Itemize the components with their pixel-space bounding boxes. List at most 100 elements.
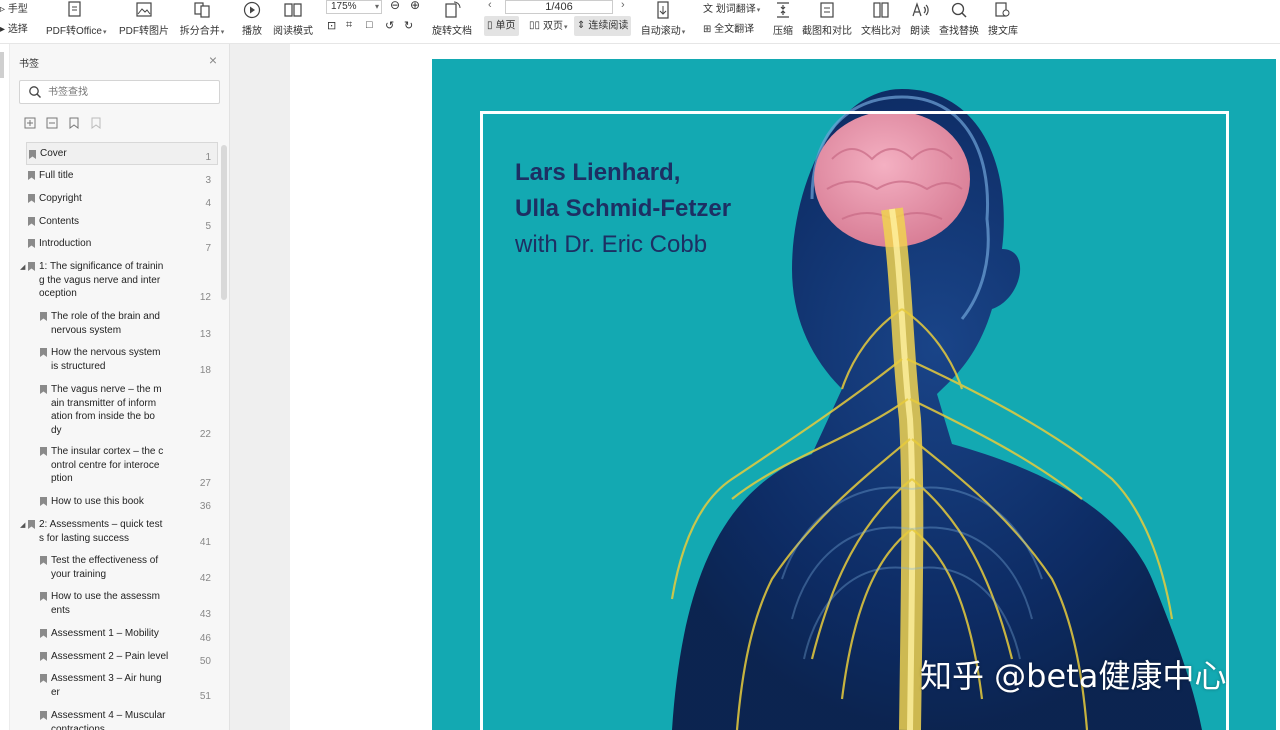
pdf-office-icon	[68, 1, 81, 17]
chevron-down-icon: ▾	[374, 2, 379, 11]
single-page-icon: ▯	[487, 20, 493, 31]
bookmark-icon	[40, 629, 47, 638]
bookmark-item[interactable]: Full title 3	[26, 169, 218, 189]
sidebar-scrollbar[interactable]	[221, 145, 227, 300]
author-line-1: Lars Lienhard,	[515, 159, 681, 186]
bookmark-item[interactable]: Test the effectiveness of your training …	[38, 554, 218, 584]
bookmark-item[interactable]: Contents 5	[26, 215, 218, 235]
word-translate-button[interactable]: 文 划词翻译	[703, 0, 760, 15]
document-compare-button[interactable]: 文档比对	[860, 0, 902, 44]
bookmark-item[interactable]: Copyright 4	[26, 192, 218, 212]
search-icon	[29, 86, 41, 98]
bookmark-item[interactable]: Assessment 4 – Muscular contractions	[38, 709, 218, 730]
watermark: 知乎 @beta健康中心	[920, 657, 1227, 695]
bookmark-icon	[40, 592, 47, 601]
bookmark-item[interactable]: ◢ 1: The significance of trainin g the v…	[18, 260, 218, 304]
compress-button[interactable]: 压缩	[770, 0, 796, 44]
delete-bookmark-icon[interactable]	[90, 116, 102, 129]
author-line-2: Ulla Schmid-Fetzer	[515, 195, 732, 222]
toolbar: ▹ 手型 ▸ 选择 PDF转Office PDF转图片 拆分合并 播放 阅读模式…	[0, 0, 1280, 44]
bookmark-search	[19, 80, 220, 104]
bookmark-item[interactable]: Assessment 2 – Pain level 50	[38, 650, 218, 670]
bookmark-icon	[28, 217, 35, 226]
prev-page-icon[interactable]: ‹	[488, 0, 492, 11]
expand-all-icon[interactable]	[24, 116, 36, 129]
bookmark-item[interactable]: Cover 1	[26, 142, 218, 165]
split-merge-icon	[194, 2, 210, 18]
bookmark-icon	[40, 556, 47, 565]
select-tool[interactable]: ▸ 选择	[0, 20, 28, 35]
compare-icon	[873, 2, 889, 18]
fit-width-icon[interactable]: ⊡	[327, 19, 336, 32]
bookmark-item[interactable]: Assessment 3 – Air hung er 51	[38, 672, 218, 702]
book-icon	[284, 3, 302, 17]
pdf-to-office-button[interactable]: PDF转Office	[46, 0, 104, 44]
translate-icon: 文	[703, 4, 716, 15]
cursor-icon: ▸	[0, 24, 8, 35]
translate-doc-icon: ⊞	[703, 24, 715, 35]
panel-tab-strip	[0, 44, 10, 730]
rotate-doc-icon	[445, 1, 461, 18]
zoom-select[interactable]: 175% ▾	[326, 0, 382, 14]
read-aloud-button[interactable]: 朗读	[908, 0, 932, 44]
auto-scroll-icon	[657, 1, 669, 19]
collapse-all-icon[interactable]	[46, 116, 58, 129]
bookmark-item[interactable]: How the nervous system is structured 18	[38, 346, 218, 376]
bookmark-item[interactable]: ◢ 2: Assessments – quick test s for last…	[18, 518, 218, 550]
read-mode-button[interactable]: 阅读模式	[272, 0, 314, 44]
continuous-read-button[interactable]: ⇕ 连续阅读	[574, 16, 632, 36]
play-button[interactable]: 播放	[238, 0, 266, 44]
bookmark-icon	[28, 520, 35, 529]
bookmark-item[interactable]: How to use this book 36	[38, 495, 218, 515]
bookmark-item[interactable]: The role of the brain and nervous system…	[38, 310, 218, 340]
fit-page-icon[interactable]: ⌗	[346, 19, 352, 32]
full-translate-button[interactable]: ⊞ 全文翻译	[703, 20, 754, 35]
bookmark-item[interactable]: How to use the assessm ents 43	[38, 590, 218, 620]
close-icon[interactable]: ×	[209, 52, 217, 68]
zoom-in-icon[interactable]: ⊕	[410, 0, 420, 12]
bookmark-item[interactable]: Assessment 1 – Mobility 46	[38, 627, 218, 647]
read-aloud-icon	[912, 2, 929, 17]
double-page-button[interactable]: ▯▯ 双页	[526, 16, 571, 36]
bookmark-icon	[28, 194, 35, 203]
bookmark-search-input[interactable]	[48, 84, 213, 100]
bookmark-icon	[40, 674, 47, 683]
rotate-document-button[interactable]: 旋转文档	[430, 0, 474, 44]
double-page-icon: ▯▯	[529, 20, 541, 31]
book-cover: Lars Lienhard, Ulla Schmid-Fetzer with D…	[432, 59, 1276, 730]
actual-size-icon[interactable]: □	[366, 19, 373, 31]
bookmark-item[interactable]: The insular cortex – the c ontrol centre…	[38, 445, 218, 489]
zoom-out-icon[interactable]: ⊖	[390, 0, 400, 12]
single-page-button[interactable]: ▯ 单页	[484, 16, 519, 36]
add-bookmark-icon[interactable]	[68, 116, 80, 129]
search-icon	[951, 2, 967, 18]
search-library-button[interactable]: 搜文库	[986, 0, 1020, 44]
collapse-arrow-icon[interactable]: ◢	[20, 519, 25, 533]
pdf-to-image-button[interactable]: PDF转图片	[118, 0, 170, 44]
hand-tool[interactable]: ▹ 手型	[0, 0, 28, 15]
bookmark-icon	[29, 150, 36, 159]
bookmark-icon	[40, 711, 47, 720]
bookmark-icon	[28, 239, 35, 248]
play-icon	[243, 1, 261, 19]
bookmark-icon	[40, 348, 47, 357]
rotate-right-icon[interactable]: ↻	[404, 19, 413, 32]
collapse-arrow-icon[interactable]: ◢	[20, 261, 25, 275]
next-page-icon[interactable]: ›	[621, 0, 625, 11]
library-search-icon	[995, 2, 1010, 17]
bookmark-item[interactable]: Introduction 7	[26, 237, 218, 257]
bookmark-panel-tab[interactable]	[0, 52, 4, 78]
page-number-input[interactable]: 1/406	[505, 0, 613, 14]
split-merge-button[interactable]: 拆分合并	[178, 0, 226, 44]
compress-icon	[777, 2, 789, 18]
sidebar-title: 书签	[19, 59, 39, 70]
bookmark-icon	[40, 385, 47, 394]
find-replace-button[interactable]: 查找替换	[938, 0, 980, 44]
scissors-icon	[820, 2, 834, 18]
hand-icon: ▹	[0, 4, 8, 15]
bookmark-item[interactable]: The vagus nerve – the m ain transmitter …	[38, 383, 218, 441]
auto-scroll-button[interactable]: 自动滚动	[638, 0, 688, 44]
rotate-left-icon[interactable]: ↺	[385, 19, 394, 32]
bookmark-icon	[40, 447, 47, 456]
screenshot-compare-button[interactable]: 截图和对比	[802, 0, 852, 44]
